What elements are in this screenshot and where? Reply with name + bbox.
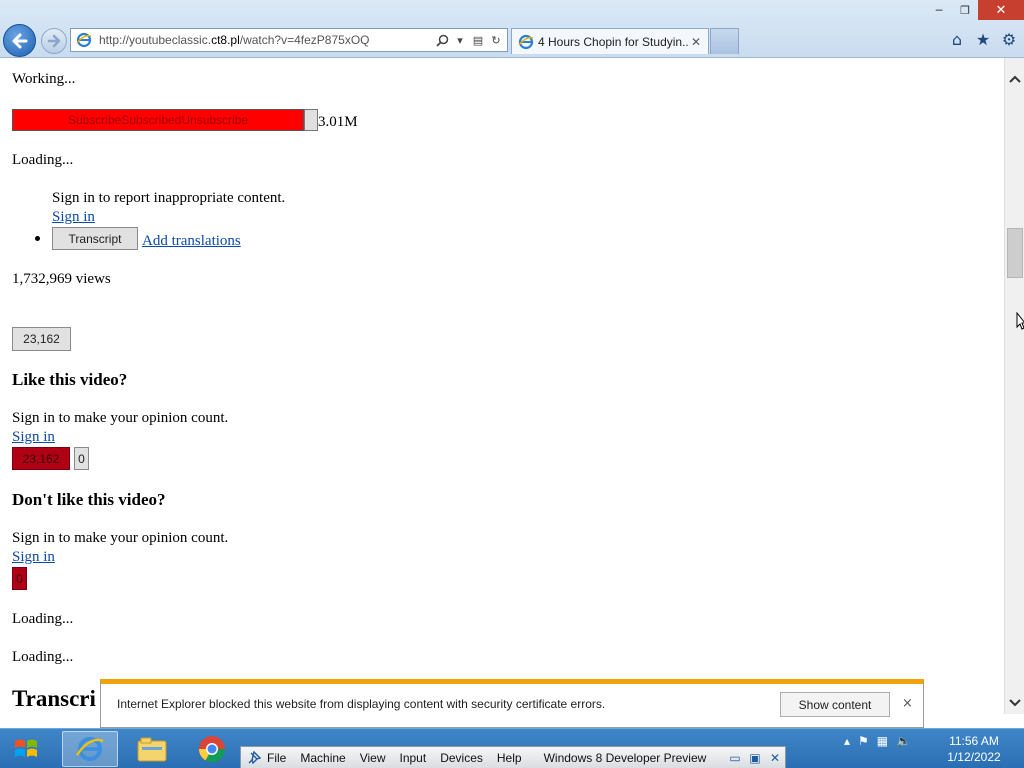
add-translations-link[interactable]: Add translations xyxy=(142,233,241,250)
browser-toolbar-right: ⌂ ★ ⚙ xyxy=(948,30,1018,49)
new-tab-button[interactable] xyxy=(710,28,739,54)
view-count: 1,732,969 views xyxy=(12,271,111,287)
restore-button[interactable]: ❐ xyxy=(952,0,978,20)
scroll-down-icon[interactable] xyxy=(1005,694,1024,712)
start-button[interactable] xyxy=(6,733,46,765)
taskbar-file-explorer[interactable] xyxy=(124,731,180,767)
system-clock[interactable]: 11:56 AM 1/12/2022 xyxy=(944,733,1004,765)
url-prefix: http://youtubeclassic. xyxy=(99,33,212,47)
like-sign-in-link[interactable]: Sign in xyxy=(12,429,55,446)
tab-title: 4 Hours Chopin for Studyin... xyxy=(538,34,688,49)
ie-favicon-icon xyxy=(75,31,93,49)
vm-menu-machine[interactable]: Machine xyxy=(300,751,345,765)
refresh-icon[interactable]: ↻ xyxy=(489,32,503,48)
dislike-button[interactable]: 0 xyxy=(12,567,27,590)
system-tray: ▴ ⚑ ▦ 🔈 xyxy=(844,734,911,748)
network-icon[interactable]: ▦ xyxy=(877,734,888,748)
pin-icon[interactable] xyxy=(241,750,267,765)
loading-status-1: Loading... xyxy=(12,152,74,168)
list-bullet xyxy=(35,236,40,241)
compatibility-icon[interactable]: ▤ xyxy=(471,32,485,48)
minimize-button[interactable]: ─ xyxy=(926,0,952,20)
tray-expand-icon[interactable]: ▴ xyxy=(844,734,850,748)
vm-minimize-icon[interactable]: ▭ xyxy=(725,751,745,765)
url-path: /watch?v=4fezP875xOQ xyxy=(239,33,370,47)
search-icon[interactable] xyxy=(435,32,449,48)
address-bar[interactable]: http://youtubeclassic.ct8.pl/watch?v=4fe… xyxy=(70,28,508,52)
mouse-cursor-icon xyxy=(1016,312,1024,330)
gear-icon[interactable]: ⚙ xyxy=(1000,30,1018,49)
like-zero-button[interactable]: 0 xyxy=(74,447,89,470)
back-arrow-icon xyxy=(12,33,27,48)
windows-logo-icon xyxy=(15,739,37,757)
window-controls: ─ ❐ ✕ xyxy=(926,0,1024,20)
vm-menu-help[interactable]: Help xyxy=(497,751,522,765)
subscribe-button[interactable]: SubscribeSubscribedUnsubscribe xyxy=(12,109,304,131)
chrome-icon xyxy=(198,736,226,763)
vm-menu-input[interactable]: Input xyxy=(400,751,427,765)
vm-toolbar: File Machine View Input Devices Help Win… xyxy=(240,746,786,768)
flag-icon[interactable]: ⚑ xyxy=(858,734,869,748)
dropdown-arrow-icon[interactable]: ▾ xyxy=(453,32,467,48)
taskbar-chrome[interactable] xyxy=(184,731,240,767)
folder-icon xyxy=(137,737,167,762)
dislike-prompt: Sign in to make your opinion count. xyxy=(12,530,229,546)
transcript-heading: Transcri xyxy=(12,686,96,711)
dislike-heading: Don't like this video? xyxy=(12,490,166,509)
notification-message: Internet Explorer blocked this website f… xyxy=(117,697,606,711)
back-button[interactable] xyxy=(3,24,36,57)
vm-menu-devices[interactable]: Devices xyxy=(440,751,483,765)
url-domain: ct8.pl xyxy=(211,33,240,47)
like-heading: Like this video? xyxy=(12,370,128,389)
page-content: Working... SubscribeSubscribedUnsubscrib… xyxy=(0,58,1004,728)
clock-time: 11:56 AM xyxy=(949,734,999,748)
forward-button[interactable] xyxy=(41,28,67,54)
internet-explorer-icon xyxy=(76,737,104,761)
forward-arrow-icon xyxy=(47,34,61,48)
report-sign-in-link[interactable]: Sign in xyxy=(52,209,95,226)
dislike-sign-in-link[interactable]: Sign in xyxy=(12,549,55,566)
taskbar-internet-explorer[interactable] xyxy=(62,731,118,767)
working-status: Working... xyxy=(12,71,76,87)
address-bar-actions: ▾ ▤ ↻ xyxy=(435,32,507,48)
tab-active[interactable]: 4 Hours Chopin for Studyin... ✕ xyxy=(511,28,709,54)
like-prompt: Sign in to make your opinion count. xyxy=(12,410,229,426)
browser-frame: ─ ❐ ✕ http://youtubeclassic.ct8.pl/watch… xyxy=(0,0,1024,58)
report-sign-in-text: Sign in to report inappropriate content. xyxy=(52,190,286,206)
favorites-star-icon[interactable]: ★ xyxy=(974,30,992,49)
close-window-button[interactable]: ✕ xyxy=(978,0,1024,20)
url-text[interactable]: http://youtubeclassic.ct8.pl/watch?v=4fe… xyxy=(99,33,435,47)
vm-title: Windows 8 Developer Preview xyxy=(543,750,707,765)
subscriber-count: 3.01M xyxy=(318,114,358,130)
show-content-button[interactable]: Show content xyxy=(780,692,890,717)
scroll-thumb[interactable] xyxy=(1007,228,1023,278)
ie-tab-icon xyxy=(518,34,534,50)
scroll-up-icon[interactable] xyxy=(1005,70,1024,88)
vertical-scrollbar[interactable] xyxy=(1004,58,1024,714)
clock-date: 1/12/2022 xyxy=(947,750,1001,764)
loading-status-2: Loading... xyxy=(12,611,74,627)
vm-restore-icon[interactable]: ▣ xyxy=(745,751,765,765)
subscription-toggle[interactable] xyxy=(304,109,318,131)
vm-menu-view[interactable]: View xyxy=(360,751,386,765)
tab-close-icon[interactable]: ✕ xyxy=(688,35,704,49)
notification-close-icon[interactable]: × xyxy=(902,696,913,711)
vm-menu-file[interactable]: File xyxy=(267,751,286,765)
volume-icon[interactable]: 🔈 xyxy=(896,734,911,748)
loading-status-3: Loading... xyxy=(12,649,74,665)
like-button[interactable]: 23,162 xyxy=(12,447,70,470)
vm-close-icon[interactable]: ✕ xyxy=(765,751,785,765)
transcript-button[interactable]: Transcript xyxy=(52,227,138,250)
like-count-button[interactable]: 23,162 xyxy=(12,327,71,351)
home-icon[interactable]: ⌂ xyxy=(948,30,966,49)
security-notification-bar: Internet Explorer blocked this website f… xyxy=(100,679,924,728)
